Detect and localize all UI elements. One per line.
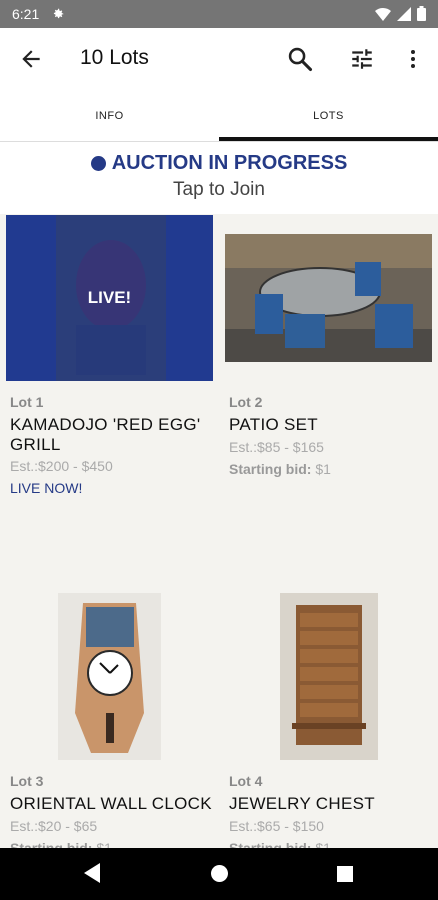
starting-bid-value: $1 (315, 840, 331, 848)
lot-4-estimate: Est.:$65 - $150 (229, 818, 324, 834)
join-prompt: Tap to Join (173, 179, 265, 200)
lot-4-title: JEWELRY CHEST (229, 794, 375, 813)
nav-recents-icon[interactable] (337, 866, 353, 882)
page-title: 10 Lots (80, 46, 149, 69)
lot-1-estimate: Est.:$200 - $450 (10, 458, 113, 474)
lot-4-image[interactable] (280, 593, 378, 760)
live-overlay: LIVE! (87, 288, 132, 307)
nav-back-icon[interactable] (84, 863, 100, 883)
jewelry-chest-photo (280, 593, 378, 760)
signal-icon (397, 6, 411, 21)
starting-bid-value: $1 (96, 840, 112, 848)
status-bar: 6:21 (0, 0, 438, 28)
starting-bid-value: $1 (315, 461, 331, 477)
status-time: 6:21 (12, 6, 40, 22)
lot-2-title: PATIO SET (229, 415, 318, 434)
auction-banner[interactable]: AUCTION IN PROGRESS Tap to Join (0, 142, 438, 214)
back-arrow-icon[interactable] (18, 46, 44, 72)
tab-bar: INFO LOTS (0, 90, 438, 142)
system-nav-bar (0, 848, 438, 900)
lot-1-image[interactable]: LIVE! (6, 215, 213, 381)
lot-3-number: Lot 3 (10, 773, 44, 789)
battery-icon (417, 6, 426, 21)
wifi-icon (375, 7, 391, 21)
app-bar: 10 Lots (0, 28, 438, 90)
settings-icon (54, 8, 64, 19)
lot-4-starting-bid: Starting bid: $1 (229, 840, 331, 848)
tab-info-label: INFO (95, 110, 124, 122)
lot-2-number: Lot 2 (229, 394, 263, 410)
tab-info[interactable]: INFO (0, 90, 219, 142)
tab-lots[interactable]: LOTS (219, 90, 438, 142)
tab-lots-label: LOTS (313, 110, 344, 122)
filter-icon[interactable] (349, 46, 375, 72)
lot-3-title: ORIENTAL WALL CLOCK (10, 794, 212, 813)
lot-1-number: Lot 1 (10, 394, 44, 410)
wall-clock-photo (58, 593, 161, 760)
starting-bid-label: Starting bid: (10, 840, 93, 848)
lot-4-number: Lot 4 (229, 773, 263, 789)
lot-3-estimate: Est.:$20 - $65 (10, 818, 98, 834)
lot-2-estimate: Est.:$85 - $165 (229, 439, 324, 455)
lot-3-image[interactable] (58, 593, 161, 760)
lot-1-live-label: LIVE NOW! (10, 480, 83, 496)
lot-3-starting-bid: Starting bid: $1 (10, 840, 112, 848)
starting-bid-label: Starting bid: (229, 461, 312, 477)
search-icon[interactable] (286, 45, 314, 73)
lots-grid: LIVE! Lot 1 KAMADOJO 'RED EGG' GRILL Est… (0, 214, 438, 848)
auction-status: AUCTION IN PROGRESS (111, 152, 348, 174)
lot-2-image[interactable] (225, 234, 432, 362)
lot-2-starting-bid: Starting bid: $1 (229, 461, 331, 477)
nav-home-icon[interactable] (211, 865, 228, 882)
live-dot-icon (90, 156, 106, 171)
more-vert-icon[interactable] (401, 46, 425, 72)
lot-1-title: KAMADOJO 'RED EGG' GRILL (10, 415, 201, 454)
starting-bid-label: Starting bid: (229, 840, 312, 848)
patio-set-photo (225, 234, 432, 362)
